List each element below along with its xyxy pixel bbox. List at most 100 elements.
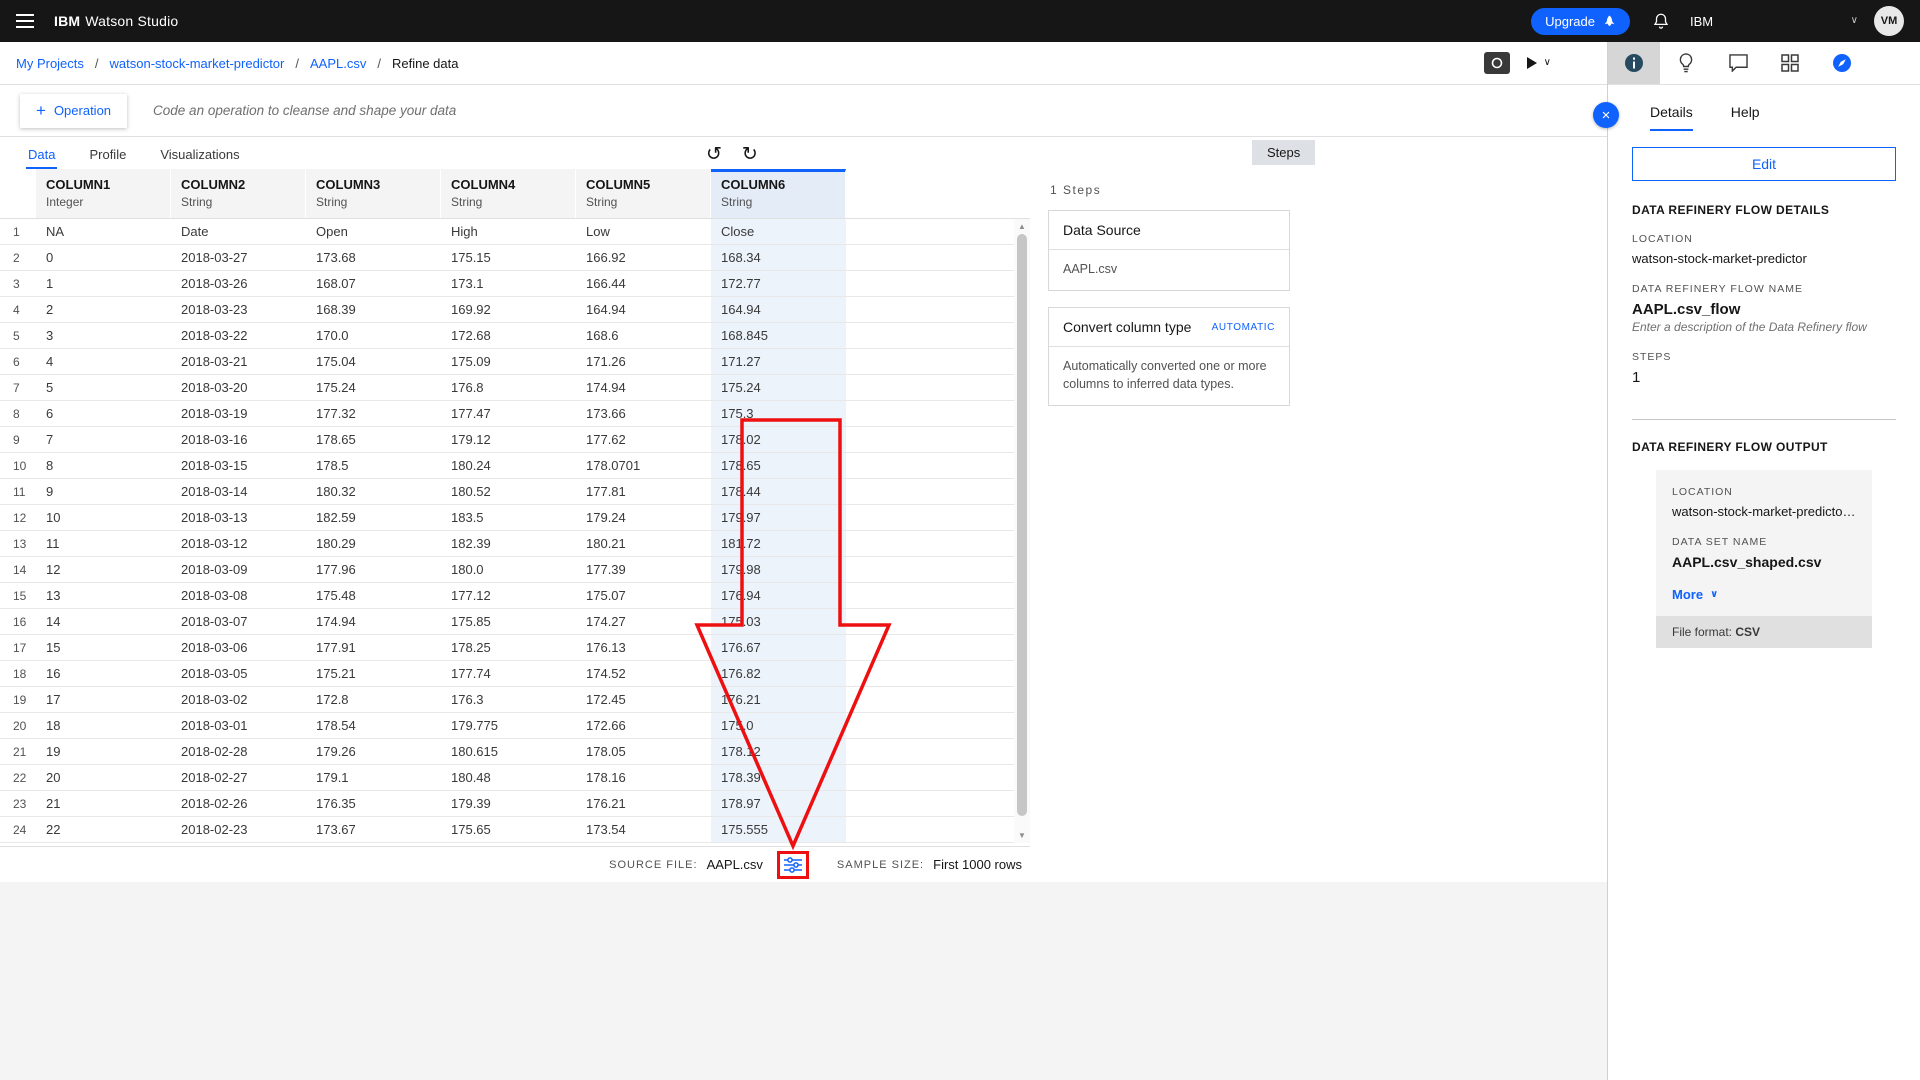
table-cell: 176.21 <box>576 791 711 816</box>
row-number: 15 <box>0 583 36 608</box>
column-header-column1[interactable]: COLUMN1Integer <box>36 169 171 218</box>
snapshot-button[interactable] <box>1484 52 1510 74</box>
notifications-bell-icon[interactable] <box>1652 12 1670 30</box>
column-header-column5[interactable]: COLUMN5String <box>576 169 711 218</box>
table-cell: 175.21 <box>306 661 441 686</box>
column-header-column6[interactable]: COLUMN6String <box>711 169 846 218</box>
table-cell: 177.32 <box>306 401 441 426</box>
table-cell: 2018-03-26 <box>171 271 306 296</box>
table-cell: 177.12 <box>441 583 576 608</box>
flow-details-heading: DATA REFINERY FLOW DETAILS <box>1632 203 1896 217</box>
table-cell: 6 <box>36 401 171 426</box>
avatar-initials: VM <box>1881 15 1898 27</box>
breadcrumb-item[interactable]: AAPL.csv <box>310 56 366 71</box>
more-link[interactable]: More ∨ <box>1672 587 1856 602</box>
table-cell: 180.24 <box>441 453 576 478</box>
steps-toggle-button[interactable]: Steps <box>1252 140 1315 165</box>
table-row: 13112018-03-12180.29182.39180.21181.72 <box>0 531 1030 557</box>
upgrade-button[interactable]: Upgrade <box>1531 8 1630 35</box>
table-cell: 176.94 <box>711 583 846 608</box>
table-cell: Date <box>171 219 306 244</box>
edit-button[interactable]: Edit <box>1632 147 1896 181</box>
breadcrumb-separator: / <box>295 56 299 71</box>
table-cell: 178.44 <box>711 479 846 504</box>
table-cell: 178.12 <box>711 739 846 764</box>
scroll-up-icon[interactable]: ▲ <box>1014 222 1030 231</box>
tab-profile[interactable]: Profile <box>87 147 128 169</box>
redo-icon[interactable]: ↻ <box>742 145 758 164</box>
account-switcher[interactable]: IBM ∨ <box>1690 14 1858 29</box>
tab-details[interactable]: Details <box>1650 104 1693 131</box>
panel-divider <box>1632 419 1896 420</box>
row-number: 23 <box>0 791 36 816</box>
flow-output-section: DATA REFINERY FLOW OUTPUT LOCATION watso… <box>1608 424 1920 648</box>
table-cell: 2 <box>36 297 171 322</box>
table-row: 24222018-02-23173.67175.65173.54175.555 <box>0 817 1030 843</box>
table-cell: 176.82 <box>711 661 846 686</box>
steps-panel: 1 Steps Data SourceAAPL.csvConvert colum… <box>1048 169 1290 882</box>
undo-icon[interactable]: ↺ <box>706 145 722 164</box>
add-operation-button[interactable]: + Operation <box>20 94 127 128</box>
column-header-column2[interactable]: COLUMN2String <box>171 169 306 218</box>
row-number: 21 <box>0 739 36 764</box>
scrollbar-thumb[interactable] <box>1017 234 1027 816</box>
play-icon <box>1526 56 1538 70</box>
table-cell: 11 <box>36 531 171 556</box>
table-cell: 180.32 <box>306 479 441 504</box>
table-cell: Low <box>576 219 711 244</box>
table-row: 422018-03-23168.39169.92164.94164.94 <box>0 297 1030 323</box>
tab-data[interactable]: Data <box>26 147 57 169</box>
source-file-value: AAPL.csv <box>707 857 763 872</box>
table-row: 21192018-02-28179.26180.615178.05178.12 <box>0 739 1030 765</box>
step-badge: AUTOMATIC <box>1212 322 1275 333</box>
column-header-column4[interactable]: COLUMN4String <box>441 169 576 218</box>
sample-settings-button[interactable] <box>777 851 809 879</box>
table-cell: 2018-03-02 <box>171 687 306 712</box>
vertical-scrollbar[interactable]: ▲ ▼ <box>1014 219 1030 843</box>
close-panel-button[interactable]: × <box>1593 102 1619 128</box>
avatar[interactable]: VM <box>1874 6 1904 36</box>
step-card-header: Convert column typeAUTOMATIC <box>1049 308 1289 347</box>
row-number: 9 <box>0 427 36 452</box>
grid-icon[interactable] <box>1764 42 1816 84</box>
table-cell: 183.5 <box>441 505 576 530</box>
tab-visualizations[interactable]: Visualizations <box>158 147 241 169</box>
source-info-bar: SOURCE FILE: AAPL.csv <box>0 846 1030 882</box>
row-number: 18 <box>0 661 36 686</box>
lightbulb-icon[interactable] <box>1660 42 1712 84</box>
column-header-column3[interactable]: COLUMN3String <box>306 169 441 218</box>
row-number: 12 <box>0 505 36 530</box>
compass-icon[interactable] <box>1816 42 1868 84</box>
table-cell: 1 <box>36 271 171 296</box>
hamburger-menu-icon[interactable] <box>16 14 36 28</box>
row-number: 14 <box>0 557 36 582</box>
table-cell: 177.39 <box>576 557 711 582</box>
row-number: 19 <box>0 687 36 712</box>
table-cell: 16 <box>36 661 171 686</box>
info-icon[interactable] <box>1608 42 1660 84</box>
table-cell: 174.27 <box>576 609 711 634</box>
run-job-button[interactable]: ∨ <box>1526 56 1551 70</box>
table-row: 642018-03-21175.04175.09171.26171.27 <box>0 349 1030 375</box>
table-cell: 175.07 <box>576 583 711 608</box>
account-label: IBM <box>1690 14 1713 29</box>
location-label: LOCATION <box>1632 233 1896 245</box>
table-body: 1NADateOpenHighLowClose202018-03-27173.6… <box>0 219 1030 843</box>
step-card[interactable]: Data SourceAAPL.csv <box>1048 210 1290 291</box>
table-cell: 173.1 <box>441 271 576 296</box>
table-cell: 2018-03-22 <box>171 323 306 348</box>
comments-icon[interactable] <box>1712 42 1764 84</box>
scroll-down-icon[interactable]: ▼ <box>1014 831 1030 840</box>
toolbar-actions: ∨ <box>1484 52 1591 74</box>
tab-help[interactable]: Help <box>1731 104 1760 131</box>
table-cell: 164.94 <box>711 297 846 322</box>
breadcrumb-item[interactable]: My Projects <box>16 56 84 71</box>
operation-input[interactable] <box>153 85 1587 136</box>
table-row: 16142018-03-07174.94175.85174.27175.03 <box>0 609 1030 635</box>
breadcrumb-item[interactable]: watson-stock-market-predictor <box>110 56 285 71</box>
table-cell: 178.25 <box>441 635 576 660</box>
flow-description-placeholder[interactable]: Enter a description of the Data Refinery… <box>1632 320 1896 334</box>
table-cell: 168.39 <box>306 297 441 322</box>
step-card[interactable]: Convert column typeAUTOMATICAutomaticall… <box>1048 307 1290 406</box>
row-number: 3 <box>0 271 36 296</box>
